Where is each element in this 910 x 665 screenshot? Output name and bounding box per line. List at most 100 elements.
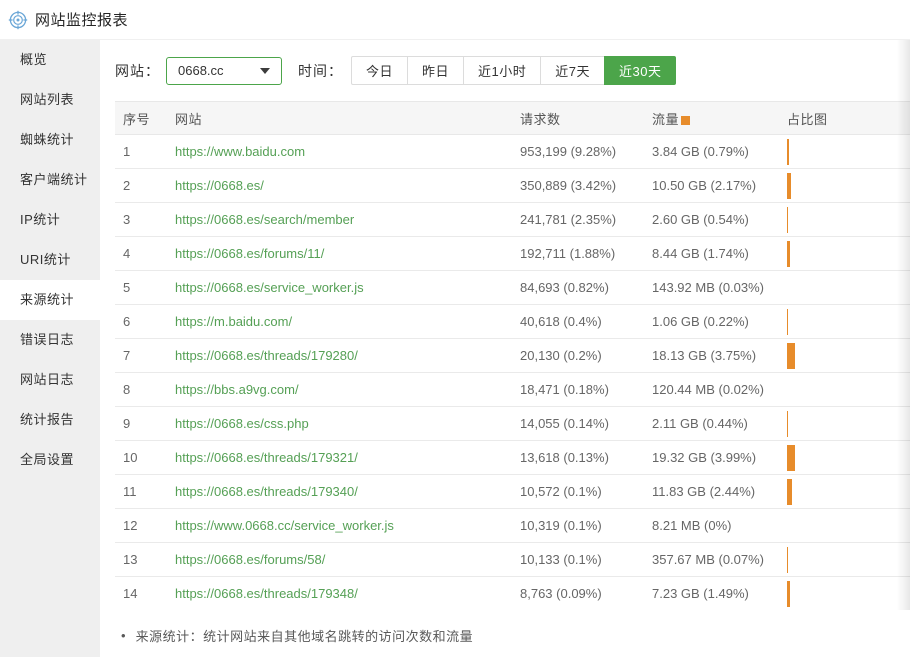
time-range-button[interactable]: 今日 <box>351 56 408 85</box>
website-cell: https://0668.es/search/member <box>167 203 512 237</box>
traffic-cell: 8.21 MB (0%) <box>644 509 779 543</box>
website-cell: https://0668.es/threads/179348/ <box>167 577 512 610</box>
website-link[interactable]: https://www.baidu.com <box>175 144 305 159</box>
app-title: 网站监控报表 <box>35 9 128 30</box>
table-row: 10 https://0668.es/threads/179321/13,618 … <box>115 441 910 475</box>
proportion-bar <box>787 139 789 165</box>
website-link[interactable]: https://0668.es/css.php <box>175 416 309 431</box>
website-link[interactable]: https://www.0668.cc/service_worker.js <box>175 518 394 533</box>
col-header-traffic-label: 流量 <box>652 112 679 127</box>
row-index: 7 <box>115 339 167 373</box>
time-range-button[interactable]: 近30天 <box>604 56 676 85</box>
row-index: 1 <box>115 135 167 169</box>
site-filter-label: 网站： <box>115 61 160 81</box>
website-link[interactable]: https://0668.es/forums/11/ <box>175 246 324 261</box>
traffic-cell: 10.50 GB (2.17%) <box>644 169 779 203</box>
row-index: 13 <box>115 543 167 577</box>
sidebar-item[interactable]: 客户端统计 <box>0 160 100 200</box>
traffic-cell: 2.60 GB (0.54%) <box>644 203 779 237</box>
row-index: 4 <box>115 237 167 271</box>
table-row: 9https://0668.es/css.php14,055 (0.14%)2.… <box>115 407 910 441</box>
proportion-bar <box>787 411 788 437</box>
table-row: 3https://0668.es/search/member241,781 (2… <box>115 203 910 237</box>
proportion-bar <box>787 445 795 471</box>
source-stats-note-text: 来源统计：统计网站来自其他域名跳转的访问次数和流量 <box>136 626 474 645</box>
chevron-down-icon <box>260 68 270 74</box>
proportion-cell <box>779 407 910 441</box>
website-link[interactable]: https://0668.es/threads/179348/ <box>175 586 358 601</box>
traffic-cell: 11.83 GB (2.44%) <box>644 475 779 509</box>
table-row: 5https://0668.es/service_worker.js84,693… <box>115 271 910 305</box>
website-link[interactable]: https://m.baidu.com/ <box>175 314 292 329</box>
referrer-table-container: 序号 网站 请求数 流量 占比图 1https://www.baidu.com9… <box>115 101 910 609</box>
row-index: 3 <box>115 203 167 237</box>
proportion-cell <box>779 271 910 305</box>
row-index: 10 <box>115 441 167 475</box>
website-link[interactable]: https://0668.es/forums/58/ <box>175 552 325 567</box>
sidebar-item[interactable]: 全局设置 <box>0 440 100 480</box>
website-cell: https://bbs.a9vg.com/ <box>167 373 512 407</box>
traffic-cell: 19.32 GB (3.99%) <box>644 441 779 475</box>
table-row: 8https://bbs.a9vg.com/18,471 (0.18%)120.… <box>115 373 910 407</box>
traffic-cell: 8.44 GB (1.74%) <box>644 237 779 271</box>
table-row: 1https://www.baidu.com953,199 (9.28%)3.8… <box>115 135 910 169</box>
proportion-cell <box>779 203 910 237</box>
sidebar-item[interactable]: 网站列表 <box>0 80 100 120</box>
website-link[interactable]: https://0668.es/ <box>175 178 264 193</box>
sidebar-item[interactable]: 错误日志 <box>0 320 100 360</box>
table-row: 12https://www.0668.cc/service_worker.js1… <box>115 509 910 543</box>
website-cell: https://0668.es/threads/179340/ <box>167 475 512 509</box>
traffic-cell: 357.67 MB (0.07%) <box>644 543 779 577</box>
proportion-bar <box>787 241 790 267</box>
requests-cell: 13,618 (0.13%) <box>512 441 644 475</box>
sidebar-item[interactable]: 统计报告 <box>0 400 100 440</box>
website-cell: https://www.0668.cc/service_worker.js <box>167 509 512 543</box>
website-cell: https://www.baidu.com <box>167 135 512 169</box>
website-cell: https://0668.es/threads/179321/ <box>167 441 512 475</box>
table-row: 4https://0668.es/forums/11/192,711 (1.88… <box>115 237 910 271</box>
proportion-bar <box>787 173 791 199</box>
time-range-button[interactable]: 近7天 <box>540 56 605 85</box>
traffic-cell: 3.84 GB (0.79%) <box>644 135 779 169</box>
website-link[interactable]: https://0668.es/threads/179321/ <box>175 450 358 465</box>
proportion-bar <box>787 207 788 233</box>
traffic-cell: 1.06 GB (0.22%) <box>644 305 779 339</box>
col-header-index: 序号 <box>115 102 167 135</box>
table-row: 11 https://0668.es/threads/179340/10,572 … <box>115 475 910 509</box>
requests-cell: 40,618 (0.4%) <box>512 305 644 339</box>
requests-cell: 10,572 (0.1%) <box>512 475 644 509</box>
website-link[interactable]: https://0668.es/service_worker.js <box>175 280 364 295</box>
row-index: 11 <box>115 475 167 509</box>
table-row: 6https://m.baidu.com/40,618 (0.4%)1.06 G… <box>115 305 910 339</box>
sidebar-item[interactable]: URI统计 <box>0 240 100 280</box>
requests-cell: 10,133 (0.1%) <box>512 543 644 577</box>
sidebar-item[interactable]: 来源统计 <box>0 280 100 320</box>
proportion-cell <box>779 577 910 610</box>
website-link[interactable]: https://0668.es/threads/179340/ <box>175 484 358 499</box>
requests-cell: 20,130 (0.2%) <box>512 339 644 373</box>
bullet-icon: • <box>121 628 126 643</box>
row-index: 8 <box>115 373 167 407</box>
website-link[interactable]: https://0668.es/threads/179280/ <box>175 348 358 363</box>
time-range-button[interactable]: 昨日 <box>407 56 464 85</box>
proportion-cell <box>779 509 910 543</box>
website-link[interactable]: https://bbs.a9vg.com/ <box>175 382 299 397</box>
site-select[interactable]: 0668.cc <box>166 57 282 85</box>
requests-cell: 350,889 (3.42%) <box>512 169 644 203</box>
site-select-value: 0668.cc <box>178 63 224 78</box>
sidebar-item[interactable]: 概览 <box>0 40 100 80</box>
time-range-button-group: 今日昨日近1小时近7天近30天 <box>351 56 676 85</box>
requests-cell: 84,693 (0.82%) <box>512 271 644 305</box>
website-link[interactable]: https://0668.es/search/member <box>175 212 354 227</box>
referrer-table: 序号 网站 请求数 流量 占比图 1https://www.baidu.com9… <box>115 101 910 609</box>
traffic-cell: 143.92 MB (0.03%) <box>644 271 779 305</box>
sidebar-item[interactable]: 蜘蛛统计 <box>0 120 100 160</box>
proportion-cell <box>779 441 910 475</box>
sidebar-item[interactable]: IP统计 <box>0 200 100 240</box>
sidebar-item[interactable]: 网站日志 <box>0 360 100 400</box>
source-stats-note: • 来源统计：统计网站来自其他域名跳转的访问次数和流量 <box>115 626 910 645</box>
requests-cell: 14,055 (0.14%) <box>512 407 644 441</box>
proportion-bar <box>787 479 792 505</box>
time-range-button[interactable]: 近1小时 <box>463 56 541 85</box>
traffic-cell: 18.13 GB (3.75%) <box>644 339 779 373</box>
